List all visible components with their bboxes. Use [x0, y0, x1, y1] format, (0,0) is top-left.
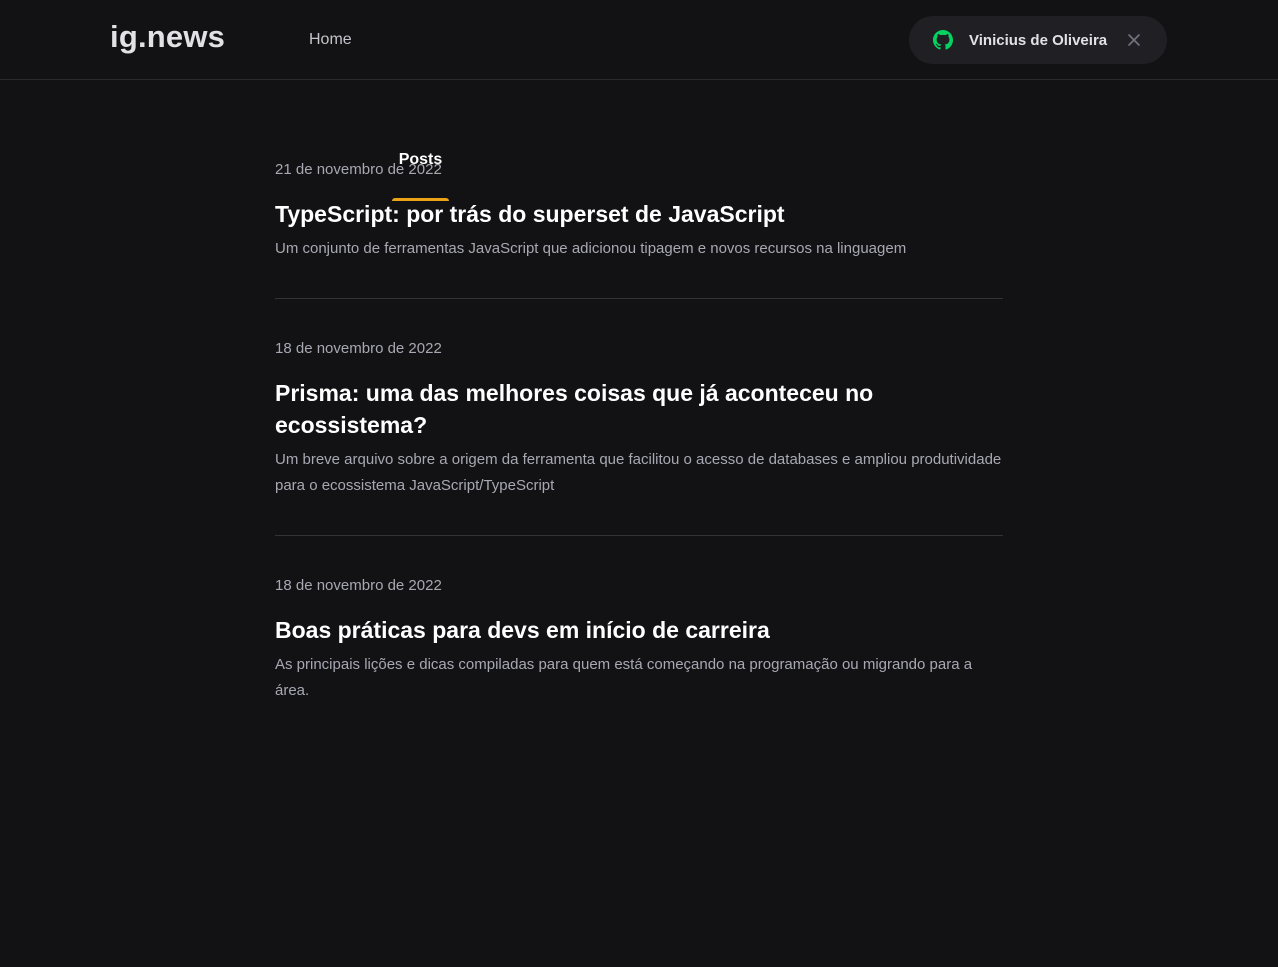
- post-item[interactable]: 18 de novembro de 2022 Boas práticas par…: [275, 536, 1003, 740]
- post-date: 21 de novembro de 2022: [275, 161, 442, 178]
- posts-list: 21 de novembro de 2022 TypeScript: por t…: [275, 120, 1003, 740]
- close-icon[interactable]: [1127, 33, 1141, 47]
- post-title[interactable]: TypeScript: por trás do superset de Java…: [275, 198, 1003, 230]
- post-item[interactable]: 18 de novembro de 2022 Prisma: uma das m…: [275, 299, 1003, 536]
- post-excerpt: Um breve arquivo sobre a origem da ferra…: [275, 451, 1002, 494]
- post-date: 18 de novembro de 2022: [275, 577, 442, 594]
- header: ig.news Home Posts Vinicius de Oliveira: [0, 0, 1278, 201]
- post-excerpt: Um conjunto de ferramentas JavaScript qu…: [275, 240, 907, 257]
- post-title[interactable]: Boas práticas para devs em início de car…: [275, 614, 1003, 646]
- sign-out-button[interactable]: Vinicius de Oliveira: [909, 16, 1167, 64]
- post-date: 18 de novembro de 2022: [275, 340, 442, 357]
- post-item[interactable]: 21 de novembro de 2022 TypeScript: por t…: [275, 120, 1003, 299]
- user-name: Vinicius de Oliveira: [969, 31, 1108, 49]
- post-excerpt: As principais lições e dicas compiladas …: [275, 656, 973, 699]
- github-icon: [933, 30, 953, 50]
- nav-link-home[interactable]: Home: [309, 0, 352, 80]
- logo[interactable]: ig.news: [110, 19, 225, 55]
- post-title[interactable]: Prisma: uma das melhores coisas que já a…: [275, 377, 1003, 441]
